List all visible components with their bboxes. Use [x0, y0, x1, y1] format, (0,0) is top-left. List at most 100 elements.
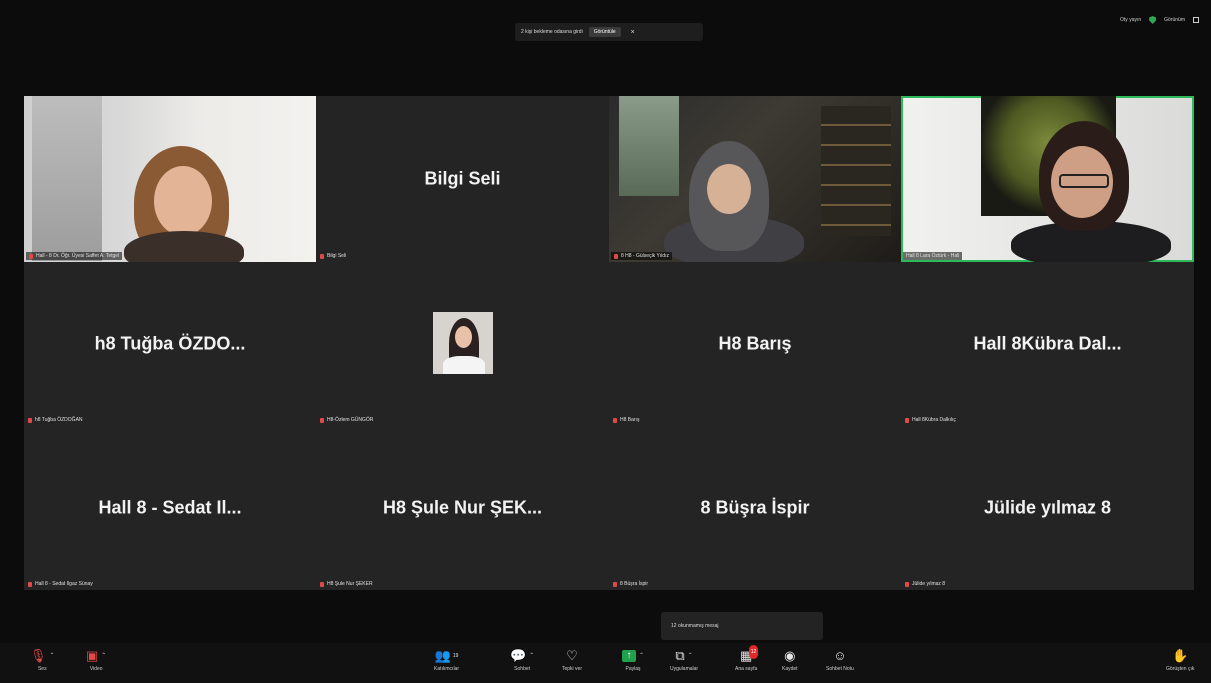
participant-tile[interactable]: Jülide yılmaz 8 Jülide yılmaz 8	[901, 426, 1194, 590]
chevron-up-icon[interactable]: ⌃	[529, 649, 534, 663]
chevron-up-icon[interactable]: ⌃	[688, 649, 693, 663]
unread-badge: 12	[748, 645, 759, 659]
participants-button[interactable]: 👥 19 Katılımcılar	[434, 649, 460, 673]
participant-display-name: Bilgi Seli	[424, 168, 501, 189]
participant-face	[154, 166, 212, 236]
share-label: Paylaş	[625, 666, 641, 672]
participant-label: Hall 8 - Sedat Ilgaz Sünay	[28, 581, 93, 587]
grid-view-icon[interactable]	[1193, 17, 1199, 23]
participant-tile[interactable]: Hall 8Kübra Dal... Hall 8Kübra Dalkılıç	[901, 262, 1194, 426]
participant-display-name: h8 Tuğba ÖZDO...	[94, 333, 246, 354]
leave-meeting-button[interactable]: ✋ Görüşten çık	[1166, 648, 1195, 673]
participant-name: Bilgi Seli	[327, 253, 347, 259]
chevron-up-icon[interactable]: ⌃	[101, 649, 106, 663]
view-waiting-room-button[interactable]: Görüntüle	[588, 27, 621, 37]
participant-label: H8 Barış	[613, 417, 639, 423]
participant-tile[interactable]: H8 Barış H8 Barış	[609, 262, 901, 426]
participant-tile[interactable]: Bilgi Seli Bilgi Seli	[316, 96, 609, 262]
notes-button[interactable]: ☺ Sohbet Notu	[826, 649, 854, 673]
react-label: Tepki ver	[562, 666, 583, 672]
unread-messages-text: 12 okunmamış mesaj	[671, 623, 719, 629]
muted-mic-icon	[613, 417, 617, 423]
leave-label: Görüşten çık	[1166, 666, 1195, 672]
participant-label: Hall 8 Lara Öztürk - Hall	[903, 252, 963, 260]
participant-tile[interactable]: Hall 8 - Sedat Il... Hall 8 - Sedat Ilga…	[24, 426, 316, 590]
audio-button[interactable]: 🎙 ⌃ Ses	[30, 648, 55, 673]
participant-name: H8 Şule Nur ŞEKER	[327, 581, 373, 587]
active-speaker-tile[interactable]: Hall 8 Lara Öztürk - Hall	[901, 96, 1194, 262]
participant-tile[interactable]: h8 Tuğba ÖZDO... h8 Tuğba ÖZDOĞAN	[24, 262, 316, 426]
top-right-controls: Oty yayın Görünüm	[1120, 16, 1199, 24]
participant-display-name: H8 Barış	[718, 333, 792, 354]
participant-name: 8 H8 - Gülseçik Yıldız	[621, 253, 669, 259]
participants-label: Katılımcılar	[434, 666, 460, 672]
muted-mic-icon	[29, 253, 33, 259]
record-status[interactable]: Oty yayın	[1120, 17, 1141, 23]
participant-display-name: 8 Büşra İspir	[700, 497, 810, 518]
participant-label: H8-Özlem GÜNGÖR	[320, 417, 373, 423]
muted-mic-icon	[28, 417, 32, 423]
video-button[interactable]: ▣ ⌃ Video	[86, 648, 106, 673]
background-window	[619, 96, 679, 196]
participant-name: h8 Tuğba ÖZDOĞAN	[35, 417, 83, 423]
avatar-face	[455, 326, 472, 348]
background-shelf	[821, 106, 891, 236]
participant-name: H8-Özlem GÜNGÖR	[327, 417, 374, 423]
muted-mic-icon	[905, 581, 909, 587]
participant-glasses	[1059, 174, 1109, 188]
close-notification-icon[interactable]: ×	[631, 29, 635, 36]
record-icon: ◉	[784, 648, 796, 663]
avatar-shirt	[443, 356, 485, 374]
participant-body	[124, 231, 244, 262]
record-button[interactable]: ◉ Kaydet	[782, 648, 798, 673]
participant-name: Hall 8 Lara Öztürk - Hall	[906, 253, 960, 259]
notes-label: Sohbet Notu	[826, 666, 854, 672]
apps-label: Uygulamalar	[670, 666, 699, 672]
chevron-up-icon[interactable]: ⌃	[50, 649, 55, 663]
security-shield-icon[interactable]	[1149, 16, 1157, 24]
audio-label: Ses	[37, 666, 47, 672]
notification-text: 2 kişi bekleme odasına girdi	[521, 29, 583, 35]
participant-tile[interactable]: H8 Şule Nur ŞEK... H8 Şule Nur ŞEKER	[316, 426, 609, 590]
participant-tile[interactable]: 8 Büşra İspir 8 Büşra İspir	[609, 426, 901, 590]
background-panel	[32, 96, 102, 261]
share-screen-button[interactable]: ↑ ⌃ Paylaş	[622, 649, 644, 672]
more-button[interactable]: ▦ 12 Ana sayfa	[735, 645, 759, 672]
share-screen-icon: ↑	[622, 650, 636, 662]
participant-name: 8 Büşra İspir	[620, 581, 649, 587]
participant-label: Jülide yılmaz 8	[905, 581, 945, 587]
apps-button[interactable]: ⧉ ⌃ Uygulamalar	[670, 649, 699, 673]
participant-name: Jülide yılmaz 8	[912, 581, 946, 587]
participant-display-name: Jülide yılmaz 8	[983, 497, 1112, 518]
participant-name: Hall 8 - Sedat Ilgaz Sünay	[35, 581, 93, 587]
leave-icon: ✋	[1172, 648, 1189, 663]
chevron-up-icon[interactable]: ⌃	[639, 649, 644, 663]
chat-button[interactable]: 💬 ⌃ Sohbet	[510, 648, 534, 673]
chat-icon: 💬	[510, 648, 527, 663]
react-button[interactable]: ♡ Tepki ver	[562, 649, 583, 673]
participant-label: 8 H8 - Gülseçik Yıldız	[611, 252, 672, 260]
participant-label: Bilgi Seli	[320, 253, 346, 259]
muted-mic-icon	[613, 581, 617, 587]
meeting-window: 2 kişi bekleme odasına girdi Görüntüle ×…	[0, 0, 1211, 683]
participant-label: 8 Büşra İspir	[613, 581, 648, 587]
record-label: Kaydet	[782, 666, 798, 672]
meeting-toolbar: 🎙 ⌃ Ses ▣ ⌃ Video 👥 19 Katılımcılar 💬 ⌃ Sohb…	[0, 643, 1211, 683]
video-tile[interactable]: 8 H8 - Gülseçik Yıldız	[609, 96, 901, 262]
participant-name: Hall - 8 Dr. Öğr. Üyesi Saffet A. Tetgel	[36, 253, 120, 259]
muted-mic-icon	[28, 581, 32, 587]
participant-display-name: H8 Şule Nur ŞEK...	[382, 497, 543, 518]
muted-mic-icon	[320, 581, 324, 587]
video-off-icon: ▣	[86, 648, 99, 663]
participant-label: Hall 8Kübra Dalkılıç	[905, 417, 956, 423]
participant-name: Hall 8Kübra Dalkılıç	[912, 417, 956, 423]
muted-mic-icon	[905, 417, 909, 423]
video-tile[interactable]: Hall - 8 Dr. Öğr. Üyesi Saffet A. Tetgel	[24, 96, 316, 262]
muted-mic-icon	[614, 253, 618, 259]
unread-messages-popup[interactable]: 12 okunmamış mesaj	[661, 612, 823, 640]
chat-label: Sohbet	[514, 666, 531, 672]
participant-display-name: Hall 8Kübra Dal...	[973, 333, 1122, 354]
view-label[interactable]: Görünüm	[1164, 17, 1185, 23]
microphone-muted-icon: 🎙	[30, 648, 47, 663]
muted-mic-icon	[320, 253, 324, 259]
